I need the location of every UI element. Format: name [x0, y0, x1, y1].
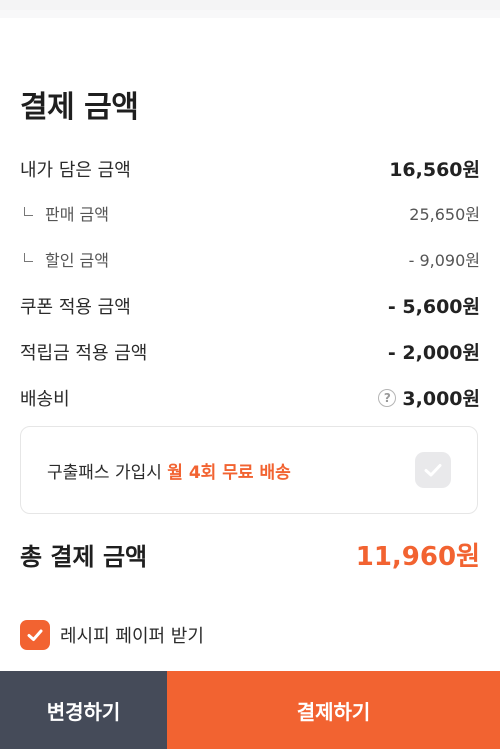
sub-item-icon — [24, 252, 33, 262]
row-coupon: 쿠폰 적용 금액 - 5,600원 — [20, 292, 480, 319]
total-row: 총 결제 금액 11,960원 — [20, 536, 480, 573]
pass-membership-option[interactable]: 구출패스 가입시 월 4회 무료 배송 — [20, 426, 478, 514]
pass-membership-text: 구출패스 가입시 월 4회 무료 배송 — [47, 458, 291, 483]
total-value: 11,960원 — [355, 542, 480, 572]
check-icon — [27, 629, 43, 641]
discount-label: 할인 금액 — [45, 251, 109, 270]
sale-price-label-wrap: 판매 금액 — [20, 201, 109, 225]
check-icon — [424, 464, 442, 477]
row-cart-amount: 내가 담은 금액 16,560원 — [20, 155, 480, 182]
coupon-label: 쿠폰 적용 금액 — [20, 296, 131, 318]
shipping-value-wrap: ? 3,000원 — [378, 384, 480, 411]
coupon-value: - 5,600원 — [387, 296, 480, 318]
row-sale-price: 판매 금액 25,650원 — [20, 201, 480, 225]
bottom-action-bar: 변경하기 결제하기 — [0, 671, 500, 749]
total-label: 총 결제 금액 — [20, 543, 148, 571]
discount-label-wrap: 할인 금액 — [20, 247, 109, 271]
top-divider — [0, 0, 500, 10]
row-points: 적립금 적용 금액 - 2,000원 — [20, 338, 480, 365]
pass-text-highlight: 월 4회 무료 배송 — [167, 462, 291, 483]
points-value: - 2,000원 — [387, 342, 480, 364]
pass-text-prefix: 구출패스 가입시 — [47, 462, 168, 483]
section-title: 결제 금액 — [20, 90, 139, 125]
change-button[interactable]: 변경하기 — [0, 671, 167, 749]
question-icon[interactable]: ? — [378, 388, 397, 407]
sub-item-icon — [24, 206, 33, 216]
top-divider-shadow — [0, 10, 500, 18]
discount-value: - 9,090원 — [408, 251, 480, 270]
shipping-value: 3,000원 — [402, 388, 480, 410]
row-shipping: 배송비 ? 3,000원 — [20, 384, 480, 411]
sale-price-label: 판매 금액 — [45, 205, 109, 224]
row-discount: 할인 금액 - 9,090원 — [20, 247, 480, 271]
recipe-paper-option[interactable]: 레시피 페이퍼 받기 — [20, 620, 204, 650]
cart-amount-label: 내가 담은 금액 — [20, 159, 131, 181]
points-label: 적립금 적용 금액 — [20, 342, 148, 364]
shipping-label: 배송비 — [20, 388, 70, 410]
recipe-label: 레시피 페이퍼 받기 — [60, 626, 204, 647]
pay-button[interactable]: 결제하기 — [167, 671, 500, 749]
sale-price-value: 25,650원 — [409, 205, 480, 224]
cart-amount-value: 16,560원 — [389, 159, 480, 181]
recipe-checkbox[interactable] — [20, 620, 50, 650]
pass-checkbox[interactable] — [415, 452, 451, 488]
